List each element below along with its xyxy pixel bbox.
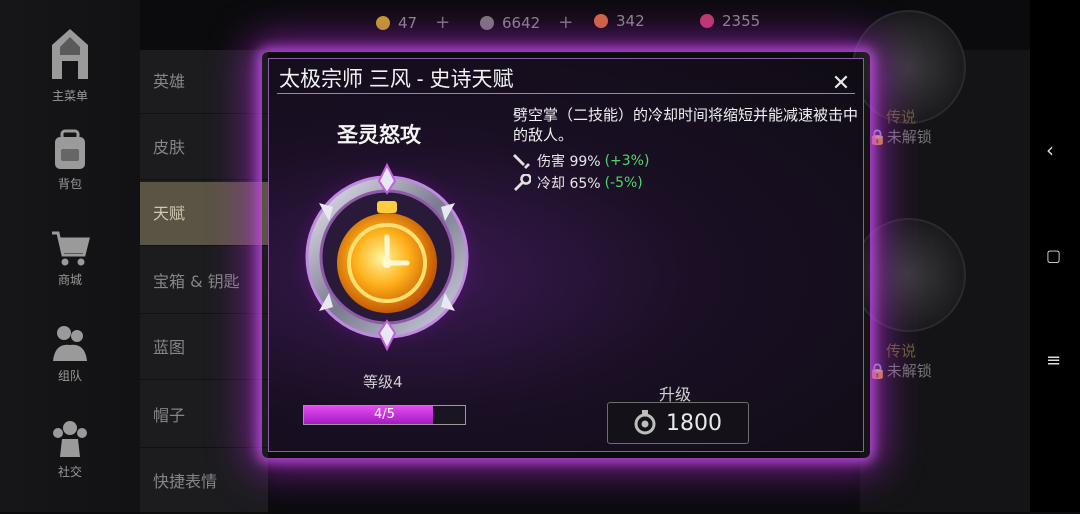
close-button[interactable]: ✕: [827, 70, 855, 98]
resource-gems-value: 342: [616, 12, 645, 30]
cooldown-stat-label: 冷却 65%: [537, 176, 601, 192]
level-progress-bar: 4/5: [303, 405, 466, 425]
nav-social[interactable]: 社交: [0, 398, 140, 488]
gear-token-icon: [634, 410, 656, 435]
add-tokens-button[interactable]: +: [558, 12, 573, 33]
category-hats[interactable]: 帽子: [140, 384, 268, 448]
nav-shop-label: 商城: [57, 273, 82, 287]
category-emotes[interactable]: 快捷表情: [140, 450, 268, 514]
nav-social-label: 社交: [57, 465, 82, 479]
resource-gold: 47 +: [376, 12, 450, 33]
upgrade-button[interactable]: 1800: [607, 402, 749, 444]
resource-tokens: 6642 +: [480, 12, 573, 33]
resource-gold-value: 47: [398, 13, 418, 32]
upgrade-cost: 1800: [666, 410, 722, 436]
gold-coin-icon: [376, 15, 390, 30]
talent-grid-background: 传说 🔒未解锁 传说 🔒未解锁: [852, 10, 1030, 512]
category-skins[interactable]: 皮肤: [140, 116, 268, 180]
category-list: 英雄 皮肤 天赋 宝箱 & 钥匙 蓝图 帽子 快捷表情: [140, 50, 268, 514]
rarity-label: 传说: [886, 342, 917, 360]
category-talents[interactable]: 天赋: [140, 182, 268, 246]
damage-stat-delta: (+3%): [604, 153, 650, 169]
shop-cart-icon: [52, 231, 90, 266]
talent-description: 劈空掌（二技能）的冷却时间将缩短并能减速被击中的敌人。: [513, 106, 859, 144]
category-heroes[interactable]: 英雄: [140, 50, 268, 114]
damage-stat: 伤害 99% (+3%): [513, 151, 649, 171]
red-crystal-icon: [700, 14, 714, 28]
nav-team[interactable]: 组队: [0, 302, 140, 392]
wrench-icon: [514, 174, 531, 191]
talent-detail-modal: 太极宗师 三风 - 史诗天赋 ✕ 圣灵怒攻 等级4 4/5 劈空掌（二技能）的冷…: [268, 58, 864, 452]
main-sidebar: 主菜单 背包 商城 组队 社交: [0, 0, 140, 512]
title-divider: [277, 93, 855, 94]
gear-token-icon: [480, 15, 494, 30]
talent-name: 圣灵怒攻: [337, 123, 421, 147]
team-icon: [53, 326, 87, 361]
system-nav-bar: ‹ ▢ ≡: [1030, 0, 1080, 512]
resource-crystals: 2355: [700, 12, 760, 30]
rainbow-gem-icon: [594, 14, 608, 28]
main-menu-icon: [52, 29, 88, 79]
damage-stat-label: 伤害 99%: [537, 154, 601, 170]
nav-main-menu[interactable]: 主菜单: [0, 22, 140, 112]
category-chests-keys[interactable]: 宝箱 & 钥匙: [140, 250, 268, 314]
modal-title: 太极宗师 三风 - 史诗天赋: [279, 68, 514, 91]
talent-level-label: 等级4: [363, 373, 403, 391]
resource-gems: 342: [594, 12, 645, 30]
stopwatch-talent-icon: [291, 161, 483, 353]
resource-tokens-value: 6642: [502, 13, 541, 32]
category-blueprints[interactable]: 蓝图: [140, 316, 268, 380]
back-nav-icon[interactable]: ‹: [1046, 138, 1054, 162]
level-progress-text: 4/5: [374, 407, 395, 422]
nav-backpack[interactable]: 背包: [0, 110, 140, 200]
resource-crystals-value: 2355: [722, 12, 761, 30]
social-icon: [53, 421, 87, 457]
home-nav-icon[interactable]: ▢: [1046, 246, 1061, 265]
recents-nav-icon[interactable]: ≡: [1046, 350, 1061, 371]
locked-status: 🔒未解锁: [868, 128, 932, 146]
nav-shop[interactable]: 商城: [0, 206, 140, 296]
cooldown-stat-delta: (-5%): [604, 175, 643, 191]
rarity-label: 传说: [886, 108, 917, 126]
nav-team-label: 组队: [57, 369, 82, 383]
nav-backpack-label: 背包: [57, 177, 82, 191]
backpack-icon: [55, 129, 85, 169]
locked-status: 🔒未解锁: [868, 362, 932, 380]
cooldown-stat: 冷却 65% (-5%): [513, 173, 643, 193]
add-gold-button[interactable]: +: [435, 12, 450, 33]
nav-main-menu-label: 主菜单: [51, 89, 88, 103]
dagger-icon: [513, 154, 530, 169]
